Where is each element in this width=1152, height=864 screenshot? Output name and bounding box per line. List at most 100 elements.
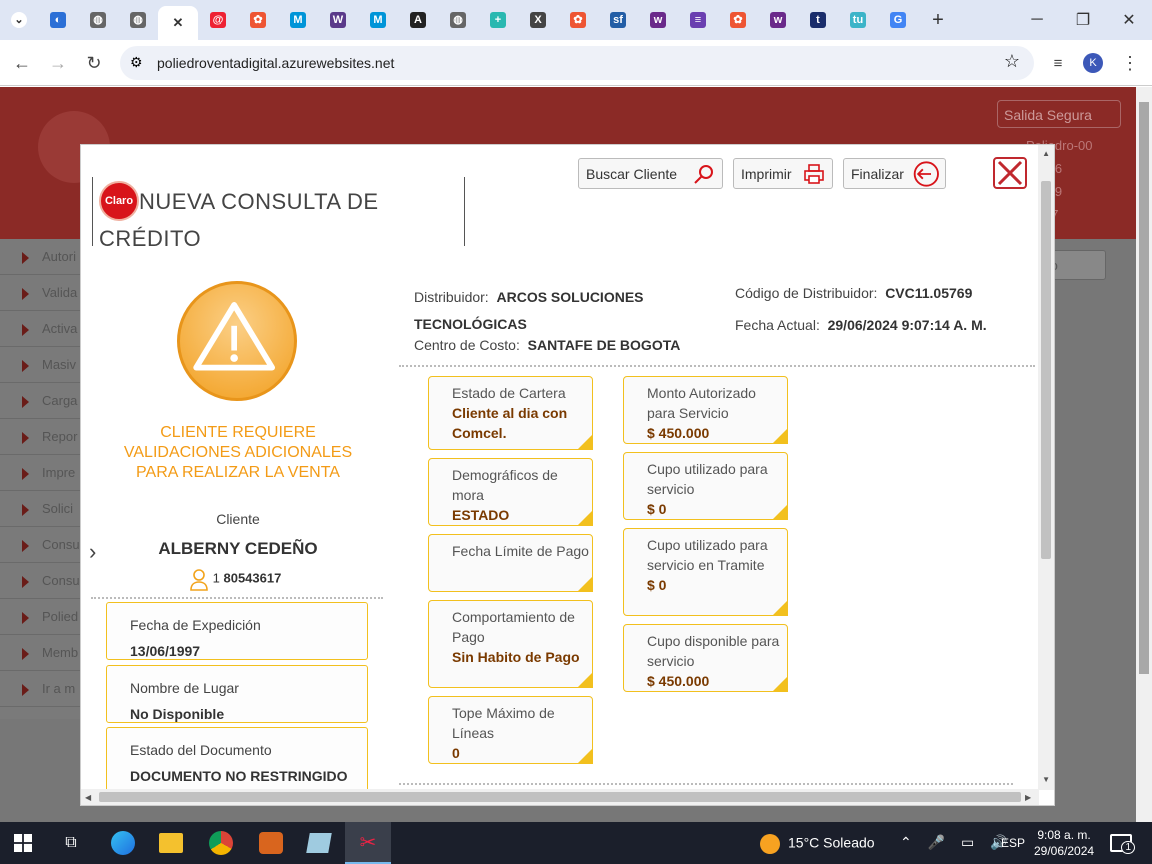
- scroll-right-arrow-icon[interactable]: ▶: [1025, 793, 1031, 802]
- distributor-row: Distribuidor: ARCOS SOLUCIONES TECNOLÓGI…: [414, 289, 644, 332]
- close-modal-button[interactable]: [993, 157, 1027, 189]
- side-menu-item[interactable]: Memb: [0, 635, 80, 671]
- side-menu-item[interactable]: Solici: [0, 491, 80, 527]
- scroll-left-arrow-icon[interactable]: ◀: [85, 793, 91, 802]
- finish-button[interactable]: Finalizar: [843, 158, 946, 189]
- new-tab-button[interactable]: +: [918, 0, 958, 40]
- minimize-button[interactable]: ─: [1014, 0, 1060, 40]
- credit-info-card: Comportamiento de Pago Sin Habito de Pago: [428, 600, 593, 688]
- side-menu-item[interactable]: Masiv: [0, 347, 80, 383]
- tab-google-icon[interactable]: G: [878, 0, 918, 40]
- tab-huawei-icon[interactable]: ✿: [238, 0, 278, 40]
- wom-icon: w: [650, 12, 666, 28]
- tab-claro-icon[interactable]: @: [198, 0, 238, 40]
- tab-a-icon[interactable]: A: [398, 0, 438, 40]
- credit-card-value: Sin Habito de Pago: [452, 649, 580, 665]
- credit-card-value: Cliente al dia con Comcel.: [452, 405, 568, 441]
- scroll-up-arrow-icon[interactable]: ▲: [1042, 149, 1050, 158]
- logout-button[interactable]: Salida Segura: [997, 100, 1121, 128]
- side-menu-item[interactable]: Carga: [0, 383, 80, 419]
- credit-info-card: Estado de Cartera Cliente al dia con Comc…: [428, 376, 593, 450]
- start-icon[interactable]: [0, 822, 46, 864]
- close-tab-icon[interactable]: ✕: [170, 15, 186, 31]
- side-menu-item[interactable]: Ir a m: [0, 671, 80, 707]
- url-text[interactable]: poliedroventadigital.azurewebsites.net: [157, 55, 394, 71]
- side-menu-item[interactable]: Impre: [0, 455, 80, 491]
- side-menu-item[interactable]: Consu: [0, 563, 80, 599]
- printer-icon: [804, 164, 824, 184]
- dist-code-row: Código de Distribuidor: CVC11.05769: [735, 285, 973, 301]
- edge-icon[interactable]: [100, 822, 146, 864]
- credit-info-card: Cupo utilizado para servicio en Tramite $…: [623, 528, 788, 616]
- site-info-icon[interactable]: ⚙: [130, 54, 143, 71]
- modal-scroll-thumb[interactable]: [1041, 181, 1051, 559]
- tab-huawei-icon[interactable]: ✿: [558, 0, 598, 40]
- media-icon[interactable]: ≡: [1046, 51, 1070, 75]
- tab-ubuntu-icon[interactable]: ◐: [38, 0, 78, 40]
- profile-avatar[interactable]: K: [1083, 53, 1103, 73]
- tab-globe-icon[interactable]: ◍: [118, 0, 158, 40]
- menu-icon[interactable]: ⋮: [1118, 51, 1142, 75]
- side-menu-item[interactable]: Valida: [0, 275, 80, 311]
- app-icon[interactable]: [296, 822, 342, 864]
- notifications-icon[interactable]: 1: [1110, 834, 1135, 854]
- side-menu-item[interactable]: Autori: [0, 239, 80, 275]
- reload-button[interactable]: ↻: [82, 51, 106, 75]
- tab-forms-icon[interactable]: ≡: [678, 0, 718, 40]
- task-view-icon[interactable]: ⧉: [48, 822, 94, 864]
- tab-plus-icon[interactable]: +: [478, 0, 518, 40]
- tab-search-button[interactable]: ⌄: [0, 0, 38, 40]
- movistar-icon: M: [370, 12, 386, 28]
- search-icon: [694, 165, 713, 184]
- snipping-tool-icon[interactable]: ✂: [345, 822, 391, 864]
- back-button[interactable]: ←: [10, 51, 34, 75]
- tab-sf-icon[interactable]: sf: [598, 0, 638, 40]
- clock[interactable]: 9:08 a. m. 29/06/2024: [1034, 827, 1094, 859]
- scroll-down-arrow-icon[interactable]: ▼: [1042, 775, 1050, 784]
- warning-message: CLIENTE REQUIERE VALIDACIONES ADICIONALE…: [123, 424, 353, 481]
- globe-icon: ◍: [90, 12, 106, 28]
- restore-button[interactable]: ❐: [1060, 0, 1106, 40]
- credit-card-title: Estado de Cartera: [452, 385, 566, 401]
- credit-info-card: Fecha Límite de Pago: [428, 534, 593, 592]
- tab-globe-icon[interactable]: ◍: [78, 0, 118, 40]
- credit-card-value: $ 0: [647, 577, 667, 593]
- client-label: Cliente: [216, 511, 260, 527]
- client-id-row: 1 80543617: [189, 567, 281, 591]
- tab-w-icon[interactable]: W: [318, 0, 358, 40]
- tab-tu-icon[interactable]: tu: [838, 0, 878, 40]
- document-card-value: 13/06/1997: [130, 643, 201, 659]
- client-name: ALBERNY CEDEÑO: [158, 539, 318, 558]
- modal-hscroll-thumb[interactable]: [99, 792, 1021, 802]
- tab-wom-icon[interactable]: w: [758, 0, 798, 40]
- page-scroll-thumb[interactable]: [1139, 102, 1149, 674]
- omnibox[interactable]: ⚙ poliedroventadigital.azurewebsites.net…: [120, 46, 1034, 80]
- forward-button[interactable]: →: [46, 51, 70, 75]
- system-tray[interactable]: ⌃ 🎤 ▭ 🔊: [900, 834, 1014, 851]
- tab-huawei-icon[interactable]: ✿: [718, 0, 758, 40]
- app-icon[interactable]: [248, 822, 294, 864]
- tab-x-icon[interactable]: X: [518, 0, 558, 40]
- active-tab[interactable]: ✕: [158, 6, 198, 40]
- weather-widget[interactable]: 15°C Soleado: [760, 834, 875, 854]
- side-menu-item[interactable]: Activa: [0, 311, 80, 347]
- tab-wom-icon[interactable]: w: [638, 0, 678, 40]
- tab-tigo-icon[interactable]: t: [798, 0, 838, 40]
- claro-icon: @: [210, 12, 226, 28]
- bookmark-star-icon[interactable]: ☆: [1004, 51, 1020, 72]
- print-button[interactable]: Imprimir: [733, 158, 833, 189]
- tab-globe-icon[interactable]: ◍: [438, 0, 478, 40]
- chrome-icon[interactable]: [198, 822, 244, 864]
- credit-info-card: Cupo disponible para servicio $ 450.000: [623, 624, 788, 692]
- tab-movistar-icon[interactable]: M: [278, 0, 318, 40]
- language-indicator[interactable]: ESP: [1001, 836, 1025, 850]
- side-menu-item[interactable]: Consu: [0, 527, 80, 563]
- credit-card-value: $ 450.000: [647, 673, 710, 689]
- search-client-button[interactable]: Buscar Cliente: [578, 158, 723, 189]
- close-window-button[interactable]: ✕: [1106, 0, 1152, 40]
- side-menu-item[interactable]: Polied: [0, 599, 80, 635]
- file-explorer-icon[interactable]: [148, 822, 194, 864]
- side-menu-item[interactable]: Repor: [0, 419, 80, 455]
- tab-movistar-icon[interactable]: M: [358, 0, 398, 40]
- document-card-title: Nombre de Lugar: [130, 680, 239, 696]
